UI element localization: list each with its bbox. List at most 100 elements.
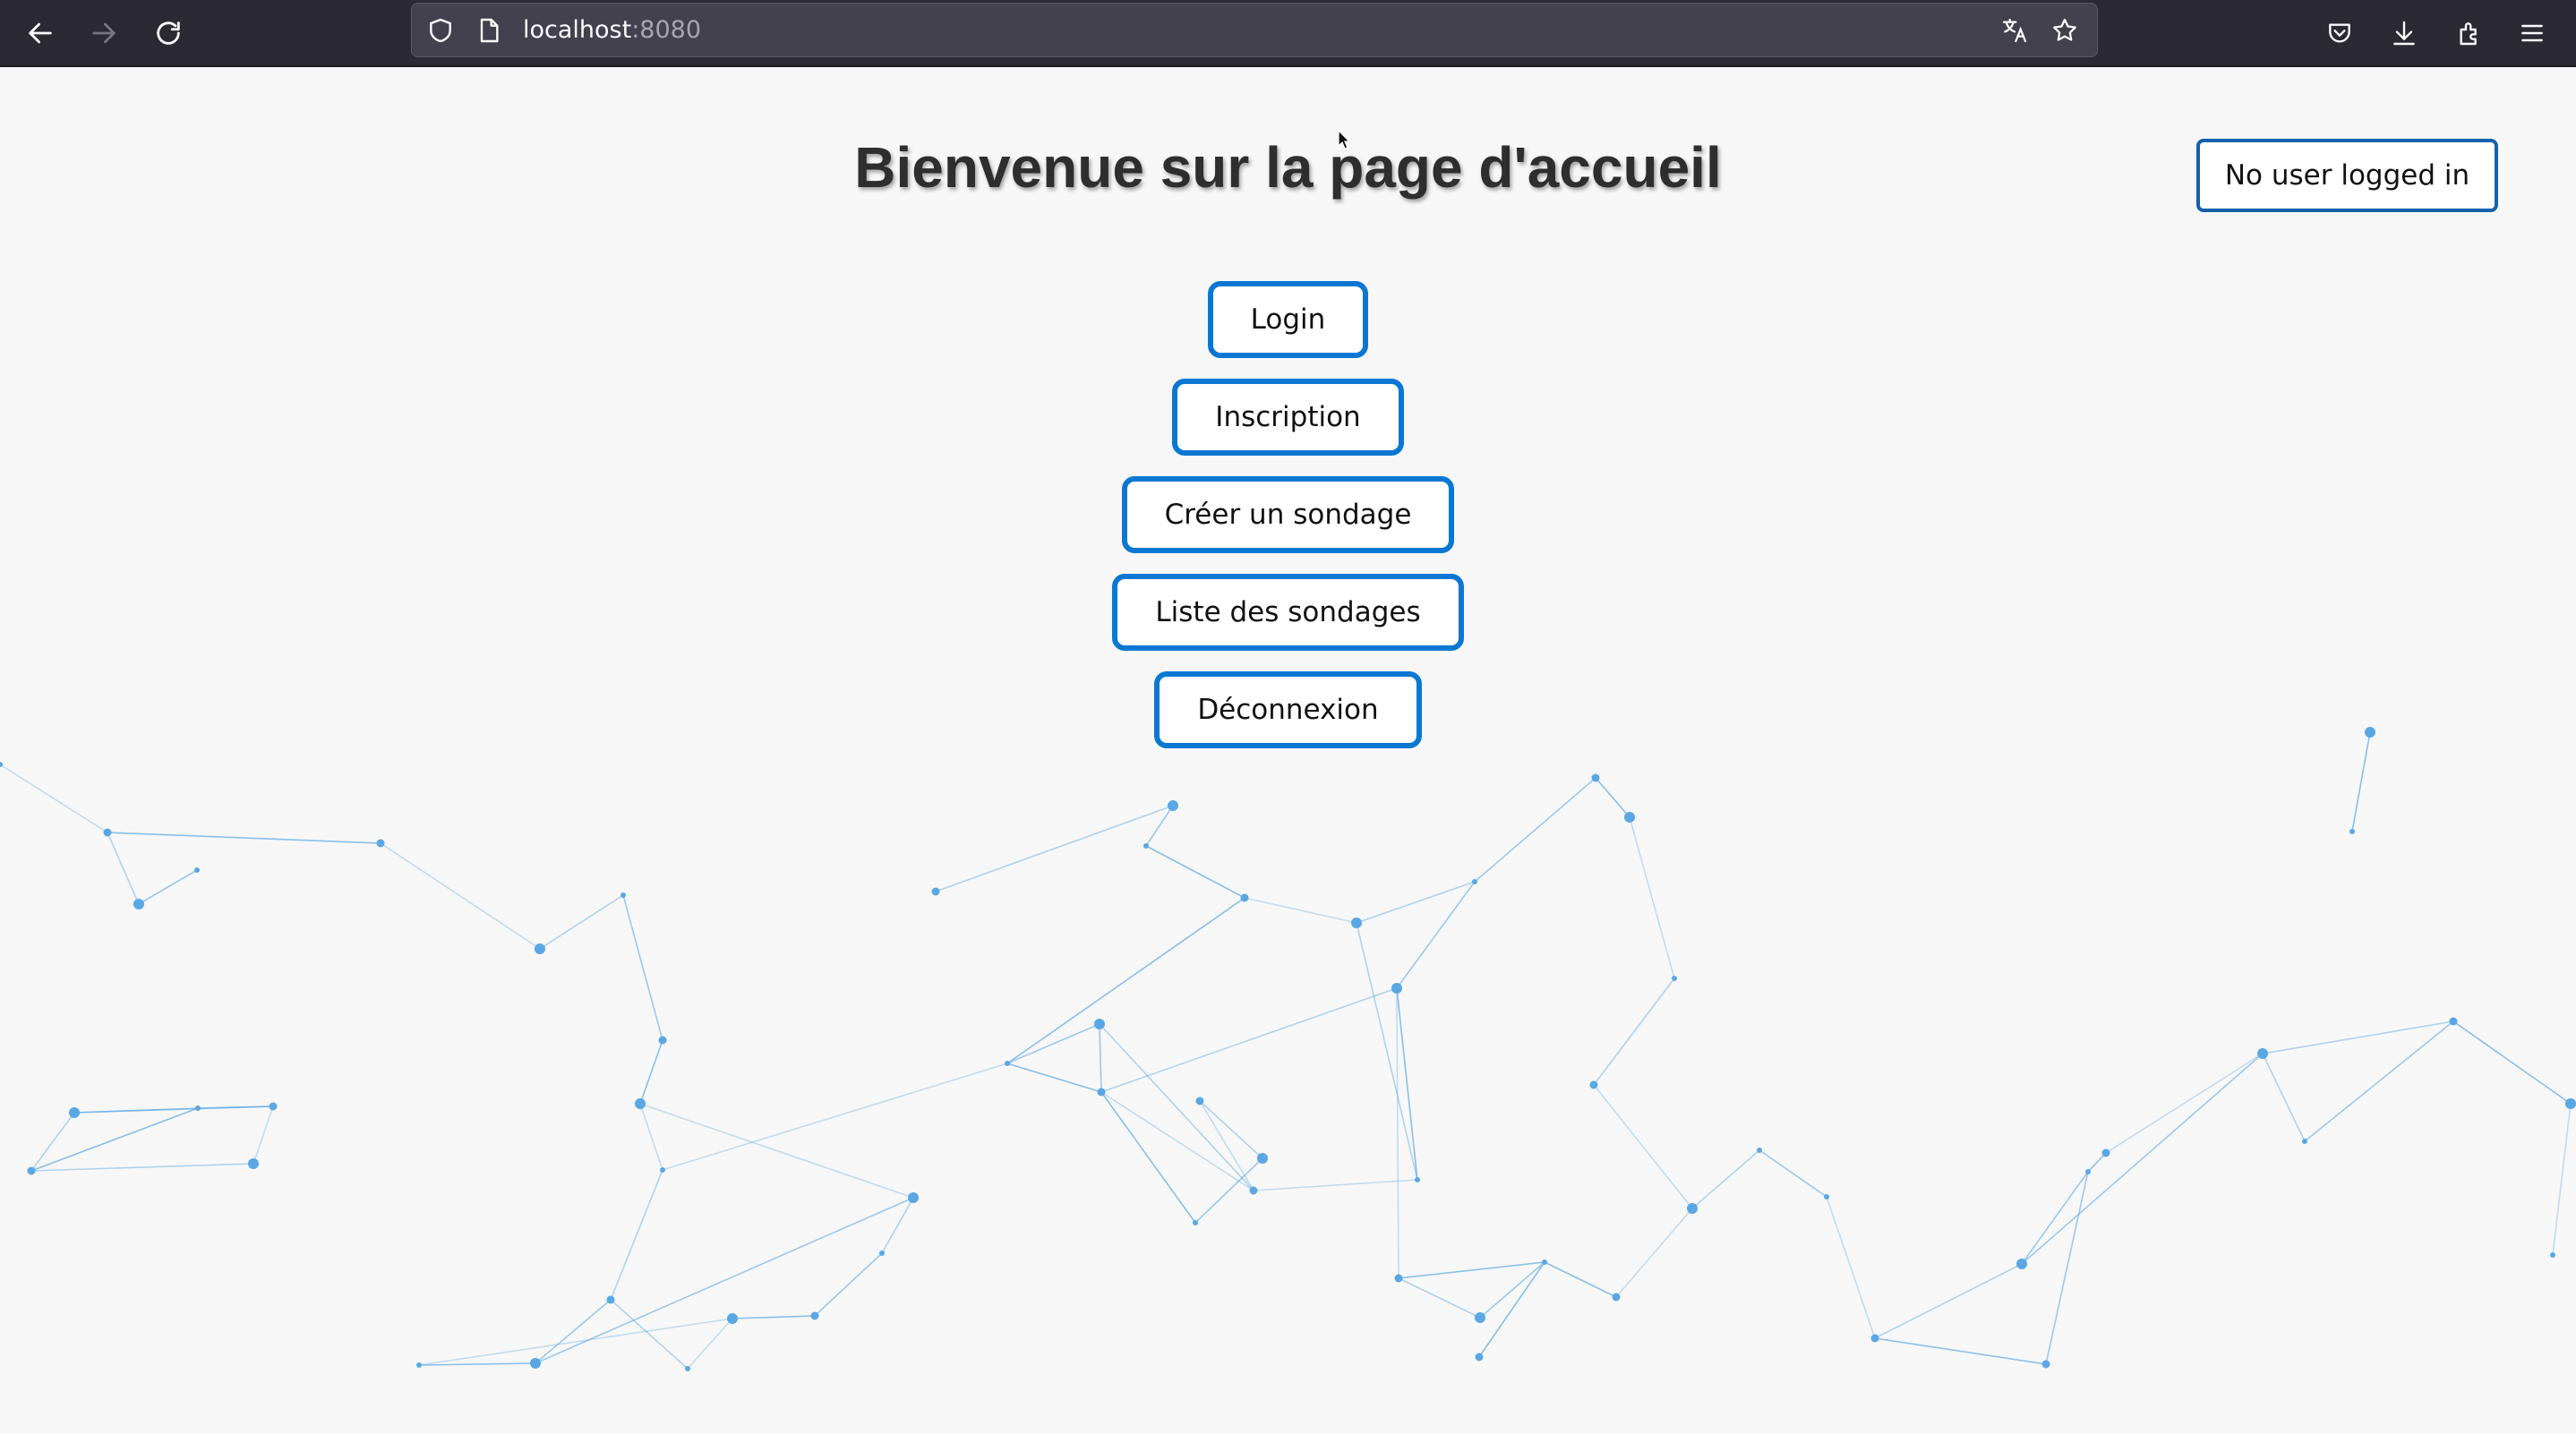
- network-link: [1759, 1149, 1827, 1198]
- network-node: [1757, 1148, 1762, 1153]
- network-link: [1396, 987, 1399, 1279]
- network-link: [30, 1163, 254, 1172]
- network-link: [1145, 805, 1174, 847]
- network-link: [539, 894, 624, 950]
- network-node: [1005, 1061, 1010, 1066]
- network-link: [610, 1169, 663, 1301]
- network-link: [1253, 1179, 1418, 1191]
- network-link: [1874, 1337, 2047, 1365]
- network-node: [1257, 1153, 1268, 1164]
- forward-arrow-icon[interactable]: [83, 13, 124, 54]
- network-link: [107, 832, 140, 905]
- network-node: [1394, 1274, 1403, 1283]
- network-node: [1612, 1293, 1621, 1302]
- network-node: [908, 1192, 919, 1203]
- network-link: [1474, 777, 1596, 883]
- network-node: [1415, 1177, 1420, 1182]
- network-link: [73, 1105, 274, 1114]
- network-node: [727, 1313, 738, 1324]
- network-node: [2449, 1017, 2458, 1026]
- network-link: [30, 1107, 199, 1172]
- network-node: [1870, 1334, 1879, 1343]
- inscription-button[interactable]: Inscription: [1172, 379, 1404, 456]
- network-link: [1006, 1063, 1102, 1093]
- network-node: [2302, 1139, 2307, 1144]
- login-button[interactable]: Login: [1207, 281, 1369, 358]
- network-node: [194, 867, 200, 873]
- menu-icon[interactable]: [2512, 13, 2553, 54]
- pocket-icon[interactable]: [2319, 13, 2360, 54]
- shield-icon[interactable]: [426, 16, 455, 45]
- network-link: [1100, 1091, 1254, 1191]
- network-node: [1391, 983, 1402, 994]
- extensions-icon[interactable]: [2449, 13, 2490, 54]
- page-icon[interactable]: [475, 16, 503, 45]
- network-node: [1097, 1088, 1106, 1097]
- network-link: [935, 805, 1174, 892]
- network-link: [1595, 777, 1630, 818]
- network-node: [810, 1311, 819, 1320]
- mouse-cursor-icon: [1338, 130, 1350, 149]
- network-link: [1398, 1277, 1481, 1319]
- network-link: [1691, 1149, 1760, 1209]
- network-node: [1195, 1097, 1204, 1105]
- bookmark-star-icon[interactable]: [2050, 16, 2079, 45]
- network-link: [535, 1299, 612, 1364]
- network-node: [530, 1358, 541, 1369]
- network-node: [1193, 1220, 1198, 1225]
- network-link: [1398, 1261, 1545, 1279]
- network-node: [2550, 1252, 2555, 1258]
- network-link: [1100, 987, 1398, 1093]
- network-node: [103, 828, 112, 837]
- network-link: [639, 1103, 663, 1171]
- network-link: [1099, 1023, 1102, 1093]
- network-node: [685, 1366, 690, 1371]
- translate-icon[interactable]: [2000, 16, 2029, 45]
- network-link: [732, 1315, 816, 1319]
- network-link: [2262, 1053, 2306, 1142]
- network-node: [1351, 918, 1362, 928]
- network-link: [418, 1362, 536, 1366]
- network-link: [662, 1063, 1008, 1171]
- network-link: [2105, 1053, 2264, 1154]
- url-text[interactable]: localhost:8080: [523, 4, 701, 56]
- network-node: [2016, 1259, 2027, 1269]
- network-link: [881, 1197, 914, 1254]
- network-link: [0, 764, 108, 833]
- network-node: [1824, 1194, 1829, 1199]
- network-link: [1593, 1084, 1693, 1209]
- network-link: [2552, 1103, 2572, 1256]
- logout-button[interactable]: Déconnexion: [1154, 671, 1422, 748]
- network-link: [252, 1105, 274, 1165]
- network-link: [535, 1197, 914, 1364]
- network-node: [1472, 879, 1477, 884]
- download-icon[interactable]: [2383, 13, 2425, 54]
- network-node: [1249, 1186, 1258, 1195]
- network-link: [2304, 1020, 2454, 1142]
- network-node: [535, 943, 545, 954]
- network-link: [1199, 1100, 1263, 1159]
- network-node: [1591, 773, 1600, 782]
- network-node: [658, 1036, 667, 1045]
- url-bar[interactable]: localhost:8080: [411, 3, 2098, 57]
- network-node: [2565, 1098, 2576, 1109]
- create-survey-button[interactable]: Créer un sondage: [1121, 476, 1455, 553]
- network-link: [814, 1252, 883, 1317]
- network-node: [133, 899, 144, 909]
- network-link: [1006, 1023, 1100, 1064]
- network-link: [1615, 1208, 1693, 1298]
- network-link: [639, 1039, 663, 1105]
- reload-icon[interactable]: [148, 13, 189, 54]
- network-link: [639, 1103, 914, 1199]
- network-node: [1687, 1203, 1698, 1214]
- network-link: [380, 842, 541, 950]
- network-node: [69, 1107, 80, 1118]
- network-link: [1396, 881, 1476, 989]
- network-node: [248, 1158, 259, 1169]
- back-arrow-icon[interactable]: [20, 13, 61, 54]
- network-node: [1624, 812, 1635, 823]
- user-status-box: No user logged in: [2196, 139, 2498, 212]
- survey-list-button[interactable]: Liste des sondages: [1112, 574, 1464, 651]
- network-link: [1629, 816, 1675, 979]
- network-node: [1542, 1259, 1547, 1265]
